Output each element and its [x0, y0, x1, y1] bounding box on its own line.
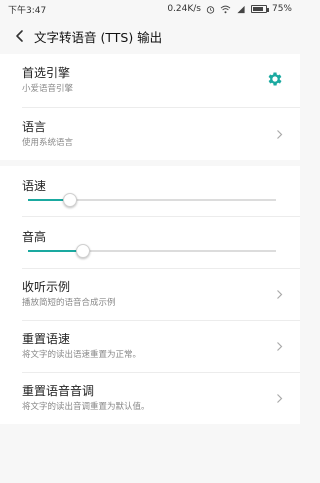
listen-sample-item[interactable]: 收听示例 播放简短的语音合成示例 — [0, 269, 300, 320]
listen-sample-desc: 播放简短的语音合成示例 — [22, 298, 116, 308]
listen-sample-label: 收听示例 — [22, 280, 71, 294]
pitch-label: 音高 — [22, 230, 47, 244]
chevron-right-icon — [274, 341, 284, 352]
battery-icon — [250, 5, 269, 13]
reset-pitch-label: 重置语音音调 — [22, 384, 95, 398]
speech-rate-label: 语速 — [22, 179, 47, 193]
speech-rate-block: 语速 — [0, 166, 300, 216]
engine-label: 首选引擎 — [22, 66, 71, 80]
title-bar: 文字转语音 (TTS) 输出 — [0, 18, 300, 54]
status-time: 下午3:47 — [8, 5, 47, 16]
net-speed: 0.24K/s — [167, 4, 201, 14]
chevron-right-icon — [274, 393, 284, 404]
reset-speed-desc: 将文字的读出语速重置为正常。 — [22, 350, 142, 360]
pitch-fill — [28, 250, 83, 252]
preferred-engine-item[interactable]: 首选引擎 小爱语音引擎 — [0, 54, 300, 107]
speech-rate-slider[interactable] — [28, 193, 276, 207]
chevron-right-icon — [274, 289, 284, 300]
wifi-icon — [220, 5, 231, 14]
pitch-slider[interactable] — [28, 244, 276, 258]
language-value: 使用系统语言 — [22, 137, 74, 148]
reset-speed-item[interactable]: 重置语速 将文字的读出语速重置为正常。 — [0, 321, 300, 372]
language-label: 语言 — [22, 119, 47, 134]
signal-icon — [236, 5, 246, 14]
gear-icon[interactable] — [266, 70, 284, 92]
engine-language-card: 首选引擎 小爱语音引擎 语言 使用系统语言 — [0, 54, 300, 160]
speech-settings-card: 语速 音高 收听示例 播放简短的语音合成示例 重置语速 将文字的读出语速重置为正… — [0, 166, 300, 424]
reset-pitch-item[interactable]: 重置语音音调 将文字的读出音调重置为默认值。 — [0, 373, 300, 424]
reset-speed-label: 重置语速 — [22, 332, 71, 346]
status-right: 0.24K/s 75% — [167, 4, 292, 14]
language-item[interactable]: 语言 使用系统语言 — [0, 108, 300, 160]
engine-value: 小爱语音引擎 — [22, 84, 74, 94]
pitch-thumb[interactable] — [75, 244, 90, 258]
reset-pitch-desc: 将文字的读出音调重置为默认值。 — [22, 402, 150, 412]
alarm-icon — [206, 5, 215, 14]
battery-percent: 75% — [271, 4, 292, 14]
chevron-right-icon — [274, 129, 284, 140]
speech-rate-thumb[interactable] — [63, 193, 78, 207]
pitch-block: 音高 — [0, 217, 300, 268]
status-bar: 下午3:47 0.24K/s 75% — [0, 0, 300, 18]
back-arrow-icon[interactable] — [10, 26, 30, 46]
page-title: 文字转语音 (TTS) 输出 — [34, 29, 163, 45]
